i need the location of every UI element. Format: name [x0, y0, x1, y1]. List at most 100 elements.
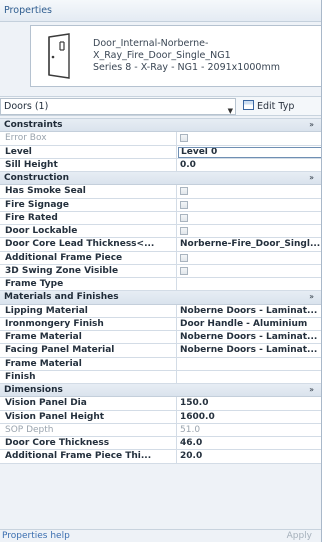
checkbox[interactable]	[180, 213, 188, 222]
param-value-checkbox	[178, 132, 321, 144]
collapse-icon[interactable]: »	[309, 173, 314, 183]
additional-frame-piece-thickness-field[interactable]: 20.0	[178, 450, 321, 462]
param-row-level[interactable]: Level Level 0	[0, 145, 321, 159]
instance-filter-bar: Doors (1) ▼ Edit Typ	[0, 96, 321, 116]
edit-type-button[interactable]: Edit Typ	[243, 98, 294, 115]
checkbox[interactable]	[180, 266, 188, 275]
lipping-material-field[interactable]: Noberne Doors - Laminat...	[178, 305, 321, 317]
param-row-door-lockable[interactable]: Door Lockable	[0, 225, 321, 239]
instance-filter-dropdown[interactable]: Doors (1) ▼	[0, 98, 236, 115]
properties-palette: Properties Door_Internal-Norberne- X_Ray…	[0, 0, 322, 542]
group-label: Constraints	[4, 120, 63, 130]
param-name: Door Core Lead Thickness<...	[0, 238, 177, 251]
param-row-ironmongery-finish[interactable]: Ironmongery Finish Door Handle - Alumini…	[0, 317, 321, 331]
type-name: Door_Internal-Norberne- X_Ray_Fire_Door_…	[93, 38, 280, 74]
door-icon	[48, 33, 70, 79]
param-name: Level	[0, 145, 177, 158]
type-family-line: X_Ray_Fire_Door_Single_NG1	[93, 50, 231, 61]
param-name: Error Box	[0, 132, 177, 145]
param-row-sop-depth: SOP Depth 51.0	[0, 423, 321, 437]
group-label: Dimensions	[4, 385, 63, 395]
window-title: Properties	[0, 0, 321, 22]
group-label: Construction	[4, 173, 70, 183]
param-name: Vision Panel Height	[0, 410, 177, 423]
param-name: Lipping Material	[0, 304, 177, 317]
level-field[interactable]: Level 0	[178, 146, 321, 158]
edit-type-label: Edit Typ	[257, 101, 295, 112]
param-name: Door Lockable	[0, 225, 177, 238]
param-value-checkbox[interactable]	[178, 252, 321, 264]
group-header-dimensions[interactable]: Dimensions »	[0, 384, 321, 398]
param-row-fire-signage[interactable]: Fire Signage	[0, 198, 321, 212]
group-header-construction[interactable]: Construction »	[0, 172, 321, 186]
param-row-frame-material-2[interactable]: Frame Material	[0, 357, 321, 371]
type-family-line: Series 8 - X-Ray - NG1 - 2091x1000mm	[93, 62, 280, 73]
properties-help-link[interactable]: Properties help	[2, 530, 70, 542]
group-header-materials[interactable]: Materials and Finishes »	[0, 291, 321, 305]
edit-type-icon	[243, 100, 254, 110]
param-row-door-core-lead[interactable]: Door Core Lead Thickness<... Norberne-Fi…	[0, 238, 321, 252]
checkbox[interactable]	[180, 253, 188, 262]
param-name: Sill Height	[0, 158, 177, 171]
param-name: Door Core Thickness	[0, 437, 177, 450]
param-row-fire-rated[interactable]: Fire Rated	[0, 211, 321, 225]
checkbox[interactable]	[180, 227, 188, 235]
frame-material-2-field[interactable]	[178, 358, 321, 370]
param-row-door-core-thickness[interactable]: Door Core Thickness 46.0	[0, 437, 321, 451]
param-value-checkbox[interactable]	[178, 225, 321, 237]
param-value-checkbox[interactable]	[178, 265, 321, 277]
ironmongery-finish-field[interactable]: Door Handle - Aluminium	[178, 318, 321, 330]
facing-panel-material-field[interactable]: Noberne Doors - Laminat...	[178, 344, 321, 356]
type-family-line: Door_Internal-Norberne-	[93, 38, 209, 49]
checkbox[interactable]	[180, 187, 188, 196]
collapse-icon[interactable]: »	[309, 385, 314, 395]
frame-type-field[interactable]	[178, 278, 321, 290]
vision-panel-height-field[interactable]: 1600.0	[178, 411, 321, 423]
type-selector[interactable]: Door_Internal-Norberne- X_Ray_Fire_Door_…	[30, 25, 321, 87]
collapse-icon[interactable]: »	[309, 292, 314, 302]
param-name: Fire Rated	[0, 211, 177, 224]
param-name: Additional Frame Piece	[0, 251, 177, 264]
instance-filter-value: Doors (1)	[4, 101, 49, 112]
param-row-has-smoke-seal[interactable]: Has Smoke Seal	[0, 185, 321, 199]
param-row-3d-swing-zone[interactable]: 3D Swing Zone Visible	[0, 264, 321, 278]
param-row-sill-height[interactable]: Sill Height 0.0	[0, 158, 321, 172]
param-name: Vision Panel Dia	[0, 397, 177, 410]
collapse-icon[interactable]: »	[309, 120, 314, 130]
param-row-frame-material[interactable]: Frame Material Noberne Doors - Laminat..…	[0, 331, 321, 345]
param-row-facing-panel-material[interactable]: Facing Panel Material Noberne Doors - La…	[0, 344, 321, 358]
sill-height-field[interactable]: 0.0	[178, 159, 321, 171]
param-name: Frame Material	[0, 331, 177, 344]
param-name: Has Smoke Seal	[0, 185, 177, 198]
param-row-vision-panel-dia[interactable]: Vision Panel Dia 150.0	[0, 397, 321, 411]
param-row-error-box: Error Box	[0, 132, 321, 146]
param-name: SOP Depth	[0, 423, 177, 436]
apply-button[interactable]: Apply	[287, 530, 312, 542]
finish-field[interactable]	[178, 371, 321, 383]
param-value-checkbox[interactable]	[178, 199, 321, 211]
frame-material-field[interactable]: Noberne Doors - Laminat...	[178, 331, 321, 343]
param-value-checkbox[interactable]	[178, 212, 321, 224]
param-row-finish[interactable]: Finish	[0, 370, 321, 384]
door-core-thickness-field[interactable]: 46.0	[178, 437, 321, 449]
checkbox[interactable]	[180, 200, 188, 209]
param-row-vision-panel-height[interactable]: Vision Panel Height 1600.0	[0, 410, 321, 424]
vision-panel-dia-field[interactable]: 150.0	[178, 397, 321, 409]
door-core-lead-field[interactable]: Norberne-Fire_Door_Singl...	[178, 238, 321, 250]
param-name: 3D Swing Zone Visible	[0, 264, 177, 277]
group-label: Materials and Finishes	[4, 292, 119, 303]
param-name: Facing Panel Material	[0, 344, 177, 357]
properties-grid: Constraints » Error Box Level Level 0 Si…	[0, 118, 321, 464]
param-name: Additional Frame Piece Thi...	[0, 450, 177, 463]
param-name: Frame Material	[0, 357, 177, 370]
param-row-additional-frame-piece[interactable]: Additional Frame Piece	[0, 251, 321, 265]
param-row-lipping-material[interactable]: Lipping Material Noberne Doors - Laminat…	[0, 304, 321, 318]
param-value-checkbox[interactable]	[178, 185, 321, 197]
param-row-additional-frame-piece-thickness[interactable]: Additional Frame Piece Thi... 20.0	[0, 450, 321, 464]
param-name: Finish	[0, 370, 177, 383]
checkbox	[180, 134, 188, 143]
param-row-frame-type[interactable]: Frame Type	[0, 278, 321, 292]
palette-footer: Properties help Apply	[0, 529, 321, 542]
chevron-down-icon[interactable]: ▼	[228, 104, 233, 119]
group-header-constraints[interactable]: Constraints »	[0, 119, 321, 133]
